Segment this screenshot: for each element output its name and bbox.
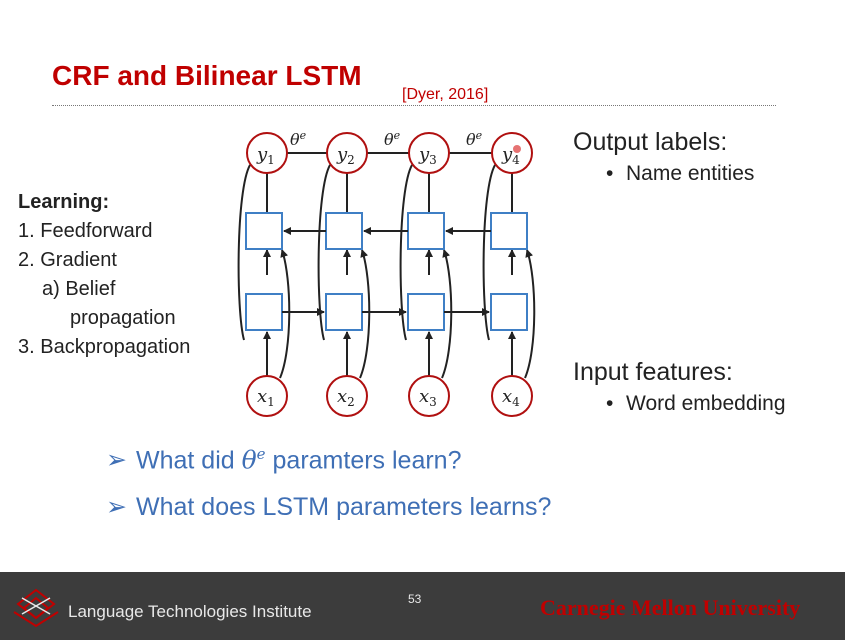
edge-label: θe (290, 129, 307, 149)
arrow-bullet-icon: ➢ (106, 446, 127, 475)
crf-lstm-diagram: θe θe θe y1 y2 y3 y4 x1 x2 x3 x4 (237, 129, 536, 417)
input-node: x2 (326, 375, 368, 417)
output-node: y2 (326, 132, 368, 174)
learning-item: 1. Feedforward (18, 220, 153, 242)
lstm-forward-cell (490, 293, 528, 331)
learning-subitem: a) Belief (42, 278, 116, 300)
output-labels-title: Output labels: (573, 128, 728, 156)
question-1: ➢ What did θe paramters learn? (106, 445, 462, 475)
input-features-bullet: • Word embedding (606, 392, 786, 415)
lstm-backward-cell (325, 212, 363, 250)
institute-name: Language Technologies Institute (68, 602, 312, 621)
output-node: y4 (491, 132, 533, 174)
input-node: x1 (246, 375, 288, 417)
arrow-bullet-icon: ➢ (106, 493, 127, 521)
cursor-dot (513, 145, 521, 153)
slide: CRF and Bilinear LSTM [Dyer, 2016] Learn… (0, 0, 845, 640)
output-labels-bullet: • Name entities (606, 162, 755, 185)
title-divider (52, 105, 776, 106)
edge-label: θe (384, 129, 401, 149)
diagram-column (317, 164, 371, 379)
diagram-column (482, 164, 536, 379)
university-name: Carnegie Mellon University (540, 595, 801, 620)
output-node: y1 (246, 132, 288, 174)
slide-title: CRF and Bilinear LSTM (52, 60, 362, 91)
question-2: ➢ What does LSTM parameters learns? (106, 493, 552, 521)
citation: [Dyer, 2016] (402, 86, 489, 103)
learning-item: 2. Gradient (18, 249, 117, 271)
output-node: y3 (408, 132, 450, 174)
lstm-forward-cell (245, 293, 283, 331)
learning-item: 3. Backpropagation (18, 336, 191, 358)
page-number: 53 (408, 592, 422, 606)
input-node: x4 (491, 375, 533, 417)
lstm-forward-cell (407, 293, 445, 331)
lstm-backward-cell (490, 212, 528, 250)
diagram-column (237, 164, 291, 379)
input-features-title: Input features: (573, 358, 733, 386)
learning-heading: Learning: (18, 191, 110, 213)
lstm-forward-cell (325, 293, 363, 331)
edge-label: θe (466, 129, 483, 149)
lstm-backward-cell (407, 212, 445, 250)
diagram-column (399, 164, 453, 379)
learning-subitem: propagation (70, 307, 176, 329)
learning-list: Learning: 1. Feedforward 2. Gradient a) … (18, 188, 190, 362)
lstm-backward-cell (245, 212, 283, 250)
lti-logo-icon (13, 588, 59, 628)
input-node: x3 (408, 375, 450, 417)
